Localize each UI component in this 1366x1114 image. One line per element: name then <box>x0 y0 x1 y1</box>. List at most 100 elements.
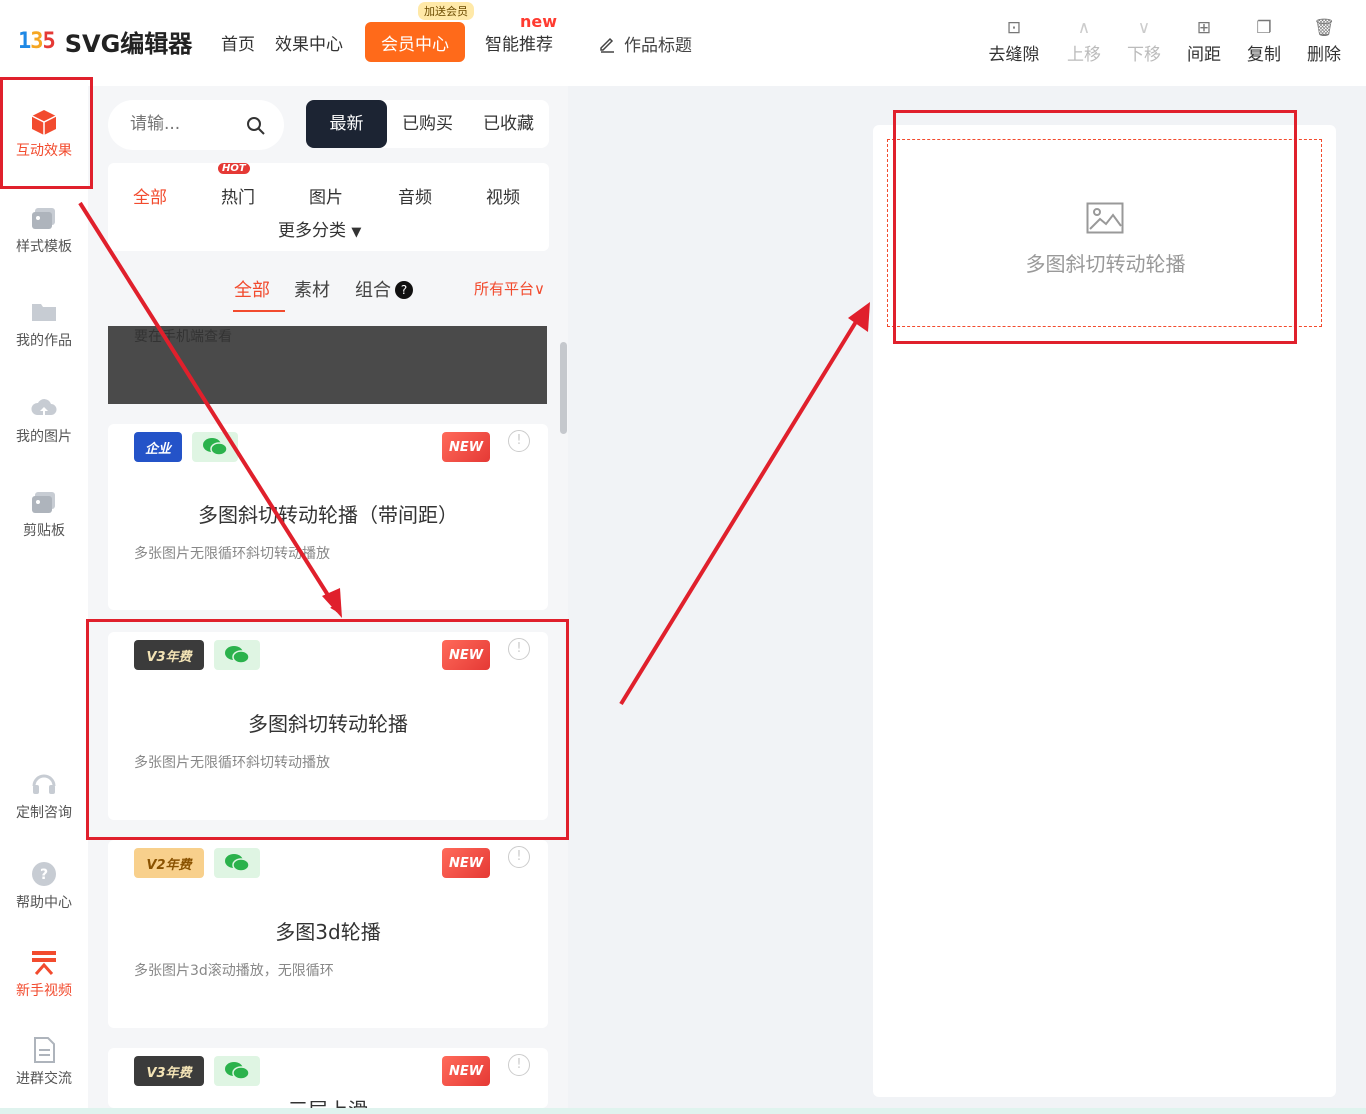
tab-combination[interactable]: 组合? <box>355 276 413 302</box>
filter-segment: 最新 已购买 已收藏 <box>306 100 549 148</box>
sidebar-item-clipboard[interactable]: 剪贴板 <box>0 488 88 540</box>
tab-material[interactable]: 素材 <box>294 276 330 302</box>
annotation-arrowhead-canvas <box>848 302 870 332</box>
category-video[interactable]: 视频 <box>486 183 520 208</box>
category-hot[interactable]: 热门 <box>221 183 255 208</box>
category-box: 全部 HOT 热门 图片 音频 视频 更多分类 ▼ <box>108 163 549 251</box>
move-down-label: 下移 <box>1127 45 1161 65</box>
v2-annual-badge: V2年费 <box>134 848 204 878</box>
sidebar-item-help-center[interactable]: ? 帮助中心 <box>0 860 88 912</box>
move-down-button[interactable]: ∨ 下移 <box>1114 16 1174 65</box>
work-title-label: 作品标题 <box>624 36 692 56</box>
top-bar: 135 SVG编辑器 首页 效果中心 加送会员 会员中心 new 智能推荐 作品… <box>0 0 1366 86</box>
move-up-button[interactable]: ∧ 上移 <box>1054 16 1114 65</box>
left-sidebar: 互动效果 样式模板 我的作品 我的图片 剪贴板 定制咨询 ? 帮助中心 新手视频… <box>0 86 88 1114</box>
search-icon[interactable] <box>246 116 266 136</box>
card-title: 多图斜切转动轮播（带间距） <box>198 503 458 527</box>
tab-combination-label: 组合 <box>355 280 391 301</box>
bottom-edge <box>0 1108 1366 1114</box>
sidebar-item-beginner-video[interactable]: 新手视频 <box>0 948 88 1000</box>
headset-icon <box>32 774 56 794</box>
category-all[interactable]: 全部 <box>133 183 167 208</box>
sidebar-item-label: 剪贴板 <box>23 523 65 539</box>
effect-card[interactable]: V3年费 NEW ! 三层上滑 <box>108 1048 548 1108</box>
sub-tabs: 全部 素材 组合? 所有平台∨ <box>108 266 549 314</box>
segment-latest[interactable]: 最新 <box>306 100 387 148</box>
segment-favorited[interactable]: 已收藏 <box>468 100 549 148</box>
sidebar-item-custom-consult[interactable]: 定制咨询 <box>0 770 88 822</box>
sidebar-item-style-templates[interactable]: 样式模板 <box>0 204 88 256</box>
nav-effects-center[interactable]: 效果中心 <box>275 30 343 55</box>
sidebar-item-label: 样式模板 <box>16 239 72 255</box>
info-icon[interactable]: ! <box>508 846 530 868</box>
category-image[interactable]: 图片 <box>309 183 343 208</box>
spacing-icon: ⊞ <box>1196 18 1212 38</box>
new-badge: new <box>520 12 558 31</box>
spacing-label: 间距 <box>1187 45 1221 65</box>
svg-text:?: ? <box>40 867 48 883</box>
help-icon[interactable]: ? <box>395 281 413 299</box>
vip-center-button[interactable]: 会员中心 <box>365 22 465 62</box>
effect-card[interactable]: V2年费 NEW ! 多图3d轮播 多张图片3d滚动播放，无限循环 <box>108 840 548 1028</box>
annotation-box-canvas <box>893 110 1297 344</box>
card-description: 多张图片无限循环斜切转动播放 <box>134 546 330 562</box>
tab-all[interactable]: 全部 <box>234 276 270 302</box>
work-title-edit[interactable]: 作品标题 <box>598 31 692 56</box>
platform-label: 所有平台 <box>474 280 535 298</box>
active-tab-underline <box>233 310 285 312</box>
search-box <box>108 100 284 150</box>
chevron-down-icon: ∨ <box>1137 18 1151 38</box>
delete-button[interactable]: 🗑 删除 <box>1294 16 1354 65</box>
sidebar-item-my-images[interactable]: 我的图片 <box>0 394 88 446</box>
logo[interactable]: 135 SVG编辑器 <box>18 24 192 59</box>
annotation-box-sidebar <box>0 77 93 189</box>
copy-button[interactable]: ❐ 复制 <box>1234 16 1294 65</box>
logo-text: SVG编辑器 <box>64 30 193 58</box>
panel-scrollbar[interactable] <box>560 342 567 434</box>
v3-annual-badge: V3年费 <box>134 1056 204 1086</box>
gap-icon: ⊡ <box>1006 18 1022 38</box>
card-title: 三层上滑 <box>108 1094 548 1108</box>
sidebar-item-label: 我的图片 <box>16 429 72 445</box>
help-icon: ? <box>32 862 56 886</box>
chevron-down-icon: ∨ <box>534 280 545 298</box>
enterprise-badge: 企业 <box>134 432 182 462</box>
clipboard-icon <box>32 492 55 513</box>
delete-label: 删除 <box>1307 45 1341 65</box>
sidebar-item-my-works[interactable]: 我的作品 <box>0 298 88 350</box>
sidebar-item-label: 我的作品 <box>16 333 72 349</box>
spacing-button[interactable]: ⊞ 间距 <box>1174 16 1234 65</box>
more-categories-label: 更多分类 <box>278 221 346 241</box>
annotation-box-card <box>86 619 569 840</box>
copy-icon: ❐ <box>1256 18 1272 38</box>
document-icon <box>34 1037 55 1063</box>
platform-dropdown[interactable]: 所有平台∨ <box>474 278 545 299</box>
remove-gap-button[interactable]: ⊡ 去缝隙 <box>984 16 1044 65</box>
effect-card[interactable]: 企业 NEW ! 多图斜切转动轮播（带间距） 多张图片无限循环斜切转动播放 <box>108 424 548 610</box>
new-badge: NEW <box>442 1056 490 1086</box>
info-icon[interactable]: ! <box>508 1054 530 1076</box>
folder-icon <box>32 304 56 321</box>
nav-smart-recommend[interactable]: 智能推荐 <box>485 30 553 55</box>
video-icon <box>32 951 56 975</box>
remove-gap-label: 去缝隙 <box>988 45 1040 65</box>
category-audio[interactable]: 音频 <box>398 183 432 208</box>
copy-label: 复制 <box>1247 45 1281 65</box>
info-icon[interactable]: ! <box>508 430 530 452</box>
cloud-upload-icon <box>31 399 57 415</box>
nav-home[interactable]: 首页 <box>221 30 255 55</box>
trash-icon: 🗑 <box>1313 18 1335 38</box>
caret-down-icon: ▼ <box>351 225 362 240</box>
wechat-icon <box>192 432 238 462</box>
sidebar-item-label: 新手视频 <box>16 983 72 999</box>
card-title: 多图3d轮播 <box>275 920 381 944</box>
annotation-arrow-to-canvas <box>619 310 864 706</box>
search-input[interactable] <box>130 114 240 134</box>
preview-cover: 要在手机端查看 <box>108 326 547 404</box>
sidebar-item-label: 定制咨询 <box>16 805 72 821</box>
more-categories-button[interactable]: 更多分类 ▼ <box>278 216 361 241</box>
vip-promo-tag: 加送会员 <box>418 2 474 20</box>
segment-purchased[interactable]: 已购买 <box>387 100 468 148</box>
cover-caption: 要在手机端查看 <box>134 329 232 345</box>
sidebar-item-join-group[interactable]: 进群交流 <box>0 1036 88 1088</box>
